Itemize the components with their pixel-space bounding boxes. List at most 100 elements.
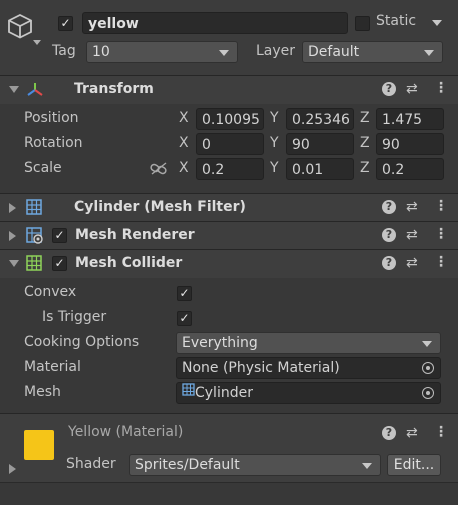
cooking-options-dropdown[interactable]: Everything bbox=[176, 332, 441, 354]
is-trigger-label: Is Trigger bbox=[42, 309, 107, 325]
help-icon[interactable]: ? bbox=[382, 228, 396, 242]
physic-material-value: None (Physic Material) bbox=[182, 360, 340, 376]
foldout-closed-icon[interactable] bbox=[9, 231, 16, 241]
object-picker-icon[interactable] bbox=[422, 362, 434, 374]
mesh-value: Cylinder bbox=[195, 385, 253, 401]
check-icon: ✓ bbox=[179, 311, 190, 325]
context-menu-icon[interactable]: ⋮ bbox=[434, 80, 448, 96]
axis-y-label[interactable]: Y bbox=[270, 110, 279, 126]
axis-x-label[interactable]: X bbox=[179, 135, 189, 151]
context-menu-icon[interactable]: ⋮ bbox=[434, 424, 448, 440]
object-picker-icon[interactable] bbox=[422, 387, 434, 399]
axis-x-label[interactable]: X bbox=[179, 160, 189, 176]
convex-checkbox[interactable]: ✓ bbox=[177, 286, 192, 301]
context-menu-icon[interactable]: ⋮ bbox=[434, 226, 448, 242]
material-label: Material bbox=[24, 359, 81, 375]
shader-value: Sprites/Default bbox=[135, 457, 240, 473]
gameobject-cube-icon[interactable] bbox=[6, 12, 34, 40]
transform-header[interactable]: Transform ? ⇄ ⋮ bbox=[0, 75, 458, 104]
foldout-closed-icon[interactable] bbox=[9, 464, 16, 474]
chevron-down-icon bbox=[219, 50, 229, 56]
constrain-proportions-link-icon[interactable] bbox=[150, 162, 168, 176]
mesh-renderer-header[interactable]: ✓ Mesh Renderer ? ⇄ ⋮ bbox=[0, 221, 458, 250]
foldout-open-icon[interactable] bbox=[9, 260, 19, 267]
axis-x-label[interactable]: X bbox=[179, 110, 189, 126]
rotation-z-field[interactable]: 90 bbox=[376, 133, 444, 155]
foldout-closed-icon[interactable] bbox=[9, 203, 16, 213]
check-icon: ✓ bbox=[179, 286, 190, 300]
component-title: Cylinder (Mesh Filter) bbox=[74, 199, 246, 215]
object-name-field[interactable]: yellow bbox=[82, 12, 348, 34]
material-title: Yellow (Material) bbox=[68, 424, 184, 440]
scale-x-field[interactable]: 0.2 bbox=[196, 158, 264, 180]
mesh-filter-header[interactable]: Cylinder (Mesh Filter) ? ⇄ ⋮ bbox=[0, 193, 458, 222]
mesh-asset-icon bbox=[182, 382, 195, 402]
context-menu-icon[interactable]: ⋮ bbox=[434, 198, 448, 214]
help-icon[interactable]: ? bbox=[382, 82, 396, 96]
preset-icon[interactable]: ⇄ bbox=[406, 227, 418, 243]
cooking-options-label: Cooking Options bbox=[24, 334, 140, 350]
mesh-collider-body: Convex ✓ Is Trigger ✓ Cooking Options Ev… bbox=[0, 278, 458, 408]
preset-icon[interactable]: ⇄ bbox=[406, 199, 418, 215]
mesh-renderer-icon bbox=[26, 227, 44, 245]
material-swatch[interactable] bbox=[24, 430, 54, 460]
mesh-collider-grid-icon bbox=[26, 255, 42, 271]
mesh-collider-header[interactable]: ✓ Mesh Collider ? ⇄ ⋮ bbox=[0, 249, 458, 278]
mesh-renderer-enabled-toggle[interactable]: ✓ bbox=[52, 228, 67, 243]
position-y-field[interactable]: 0.25346 bbox=[286, 108, 354, 130]
chevron-down-icon bbox=[422, 341, 432, 347]
static-dropdown-arrow-icon[interactable] bbox=[432, 20, 442, 26]
edit-shader-button[interactable]: Edit... bbox=[387, 454, 441, 476]
check-icon: ✓ bbox=[54, 256, 65, 270]
help-icon[interactable]: ? bbox=[382, 256, 396, 270]
physic-material-field[interactable]: None (Physic Material) bbox=[176, 357, 441, 379]
static-toggle[interactable] bbox=[355, 16, 370, 31]
rotation-label: Rotation bbox=[24, 135, 83, 151]
axis-z-label[interactable]: Z bbox=[360, 135, 370, 151]
tag-dropdown[interactable]: 10 bbox=[86, 41, 238, 63]
axis-y-label[interactable]: Y bbox=[270, 135, 279, 151]
help-icon[interactable]: ? bbox=[382, 426, 396, 440]
tag-label: Tag bbox=[52, 43, 76, 59]
position-x-field[interactable]: 0.10095 bbox=[196, 108, 264, 130]
active-toggle[interactable]: ✓ bbox=[58, 16, 73, 31]
scale-label: Scale bbox=[24, 160, 62, 176]
rotation-y-field[interactable]: 90 bbox=[286, 133, 354, 155]
is-trigger-checkbox[interactable]: ✓ bbox=[177, 311, 192, 326]
layer-dropdown[interactable]: Default bbox=[302, 41, 443, 63]
material-section: Yellow (Material) ? ⇄ ⋮ Shader Sprites/D… bbox=[0, 413, 458, 482]
preset-icon[interactable]: ⇄ bbox=[406, 81, 418, 97]
chevron-down-icon bbox=[424, 50, 434, 56]
cooking-options-value: Everything bbox=[182, 335, 258, 351]
axis-z-label[interactable]: Z bbox=[360, 160, 370, 176]
component-title: Mesh Renderer bbox=[75, 227, 195, 243]
convex-label: Convex bbox=[24, 284, 77, 300]
rotation-x-field[interactable]: 0 bbox=[196, 133, 264, 155]
scale-z-field[interactable]: 0.2 bbox=[376, 158, 444, 180]
help-icon[interactable]: ? bbox=[382, 200, 396, 214]
shader-label: Shader bbox=[66, 456, 116, 472]
object-header: ✓ yellow Static Tag 10 Layer Default bbox=[0, 0, 458, 80]
check-icon: ✓ bbox=[60, 16, 71, 30]
preset-icon[interactable]: ⇄ bbox=[406, 255, 418, 271]
scale-y-field[interactable]: 0.01 bbox=[286, 158, 354, 180]
shader-dropdown[interactable]: Sprites/Default bbox=[129, 454, 381, 476]
axis-y-label[interactable]: Y bbox=[270, 160, 279, 176]
tag-value: 10 bbox=[92, 44, 110, 60]
component-title: Mesh Collider bbox=[75, 255, 183, 271]
mesh-field[interactable]: Cylinder bbox=[176, 382, 441, 404]
inspector-bottom-area bbox=[0, 482, 458, 505]
layer-value: Default bbox=[308, 44, 360, 60]
context-menu-icon[interactable]: ⋮ bbox=[434, 254, 448, 270]
check-icon: ✓ bbox=[54, 228, 65, 242]
foldout-open-icon[interactable] bbox=[9, 86, 19, 93]
position-label: Position bbox=[24, 110, 79, 126]
transform-body: Position X 0.10095 Y 0.25346 Z 1.475 Rot… bbox=[0, 104, 458, 192]
icon-dropdown-arrow-icon[interactable] bbox=[33, 40, 41, 45]
preset-icon[interactable]: ⇄ bbox=[406, 425, 418, 441]
mesh-collider-enabled-toggle[interactable]: ✓ bbox=[52, 256, 67, 271]
axis-z-label[interactable]: Z bbox=[360, 110, 370, 126]
chevron-down-icon bbox=[362, 463, 372, 469]
layer-label: Layer bbox=[256, 43, 296, 59]
position-z-field[interactable]: 1.475 bbox=[376, 108, 444, 130]
